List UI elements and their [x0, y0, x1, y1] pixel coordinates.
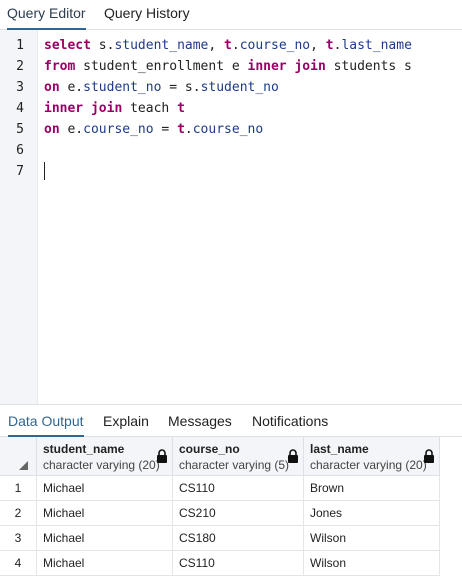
lock-icon — [288, 449, 298, 463]
table-cell[interactable]: Brown — [304, 476, 440, 501]
sql-keyword: from — [44, 59, 76, 74]
editor-tab-bar: Query Editor Query History — [0, 0, 462, 30]
column-name: student_name — [43, 442, 125, 456]
sql-keyword: t — [177, 122, 185, 137]
select-all-corner[interactable] — [0, 437, 37, 476]
line-number: 5 — [16, 122, 24, 137]
table-cell[interactable]: CS210 — [173, 501, 304, 526]
column-type: character varying (20) — [310, 458, 427, 472]
sql-text: = s. — [161, 80, 201, 95]
table-cell[interactable]: Michael — [37, 551, 173, 576]
line-number: 3 — [16, 80, 24, 95]
sql-identifier: student_name — [114, 38, 209, 53]
column-name: last_name — [310, 442, 369, 456]
sql-keyword: on — [44, 122, 60, 137]
line-number: 7 — [16, 164, 24, 179]
line-number-gutter: 1 2 3 4 5 6 7 — [0, 30, 38, 404]
line-number: 2 — [16, 59, 24, 74]
table-cell[interactable]: CS110 — [173, 476, 304, 501]
sql-text: . — [231, 38, 240, 53]
tab-messages[interactable]: Messages — [168, 409, 232, 437]
line-number: 1 — [16, 38, 24, 53]
row-number[interactable]: 1 — [0, 476, 37, 501]
code-line[interactable] — [44, 140, 462, 161]
tab-notifications[interactable]: Notifications — [252, 409, 328, 437]
sql-keyword: t — [325, 38, 334, 53]
sql-editor[interactable]: 1 2 3 4 5 6 7 select s.student_name, t.c… — [0, 30, 462, 404]
sql-text: . — [184, 122, 193, 137]
sql-keyword: t — [177, 101, 185, 116]
code-line[interactable]: on e.student_no = s.student_no — [44, 77, 462, 98]
sql-text: = — [153, 122, 178, 137]
sql-identifier: student_no — [200, 80, 279, 95]
table-cell[interactable]: Wilson — [304, 526, 440, 551]
tab-query-editor[interactable]: Query Editor — [7, 0, 86, 30]
lock-icon — [157, 449, 167, 463]
tab-explain[interactable]: Explain — [103, 409, 149, 437]
row-number[interactable]: 2 — [0, 501, 37, 526]
results-tab-bar: Data Output Explain Messages Notificatio… — [0, 404, 462, 437]
table-cell[interactable]: Jones — [304, 501, 440, 526]
table-cell[interactable]: Michael — [37, 526, 173, 551]
sql-identifier: course_no — [192, 122, 264, 137]
sql-identifier: course_no — [239, 38, 311, 53]
code-line[interactable] — [44, 161, 462, 182]
line-number: 6 — [16, 143, 24, 158]
sql-text: , — [310, 38, 326, 53]
column-type: character varying (5) — [179, 458, 290, 472]
line-number: 4 — [16, 101, 24, 116]
sql-keyword: on — [44, 80, 60, 95]
column-header-last-name[interactable]: last_name character varying (20) — [304, 437, 440, 476]
sql-keyword: inner join — [44, 101, 123, 116]
code-line[interactable]: inner join teach t — [44, 98, 462, 119]
sql-text: s. — [90, 38, 115, 53]
row-number[interactable]: 3 — [0, 526, 37, 551]
sql-text: e. — [59, 122, 84, 137]
sql-text: teach — [122, 101, 178, 116]
lock-icon — [424, 449, 434, 463]
column-name: course_no — [179, 442, 240, 456]
data-output-grid: student_name character varying (20) cour… — [0, 437, 462, 576]
code-line[interactable]: from student_enrollment e inner join stu… — [44, 56, 462, 77]
sql-keyword: inner join — [247, 59, 326, 74]
column-type: character varying (20) — [43, 458, 160, 472]
row-number[interactable]: 4 — [0, 551, 37, 576]
table-cell[interactable]: Michael — [37, 501, 173, 526]
table-cell[interactable]: CS110 — [173, 551, 304, 576]
sql-keyword: t — [224, 38, 232, 53]
code-line[interactable]: on e.course_no = t.course_no — [44, 119, 462, 140]
sql-identifier: last_name — [341, 38, 412, 53]
corner-triangle-icon — [19, 461, 28, 470]
table-cell[interactable]: Michael — [37, 476, 173, 501]
sql-text: , — [208, 38, 225, 53]
sql-text: students s — [325, 59, 412, 74]
sql-text: e. — [59, 80, 84, 95]
tab-data-output[interactable]: Data Output — [8, 409, 84, 437]
column-header-course-no[interactable]: course_no character varying (5) — [173, 437, 304, 476]
code-line[interactable]: select s.student_name, t.course_no, t.la… — [44, 35, 462, 56]
sql-identifier: student_no — [83, 80, 162, 95]
table-cell[interactable]: Wilson — [304, 551, 440, 576]
tab-query-history[interactable]: Query History — [104, 0, 190, 30]
table-cell[interactable]: CS180 — [173, 526, 304, 551]
sql-identifier: course_no — [83, 122, 154, 137]
sql-keyword: select — [44, 38, 91, 53]
text-cursor — [44, 162, 45, 180]
sql-text: student_enrollment e — [75, 59, 248, 74]
column-header-student-name[interactable]: student_name character varying (20) — [37, 437, 173, 476]
